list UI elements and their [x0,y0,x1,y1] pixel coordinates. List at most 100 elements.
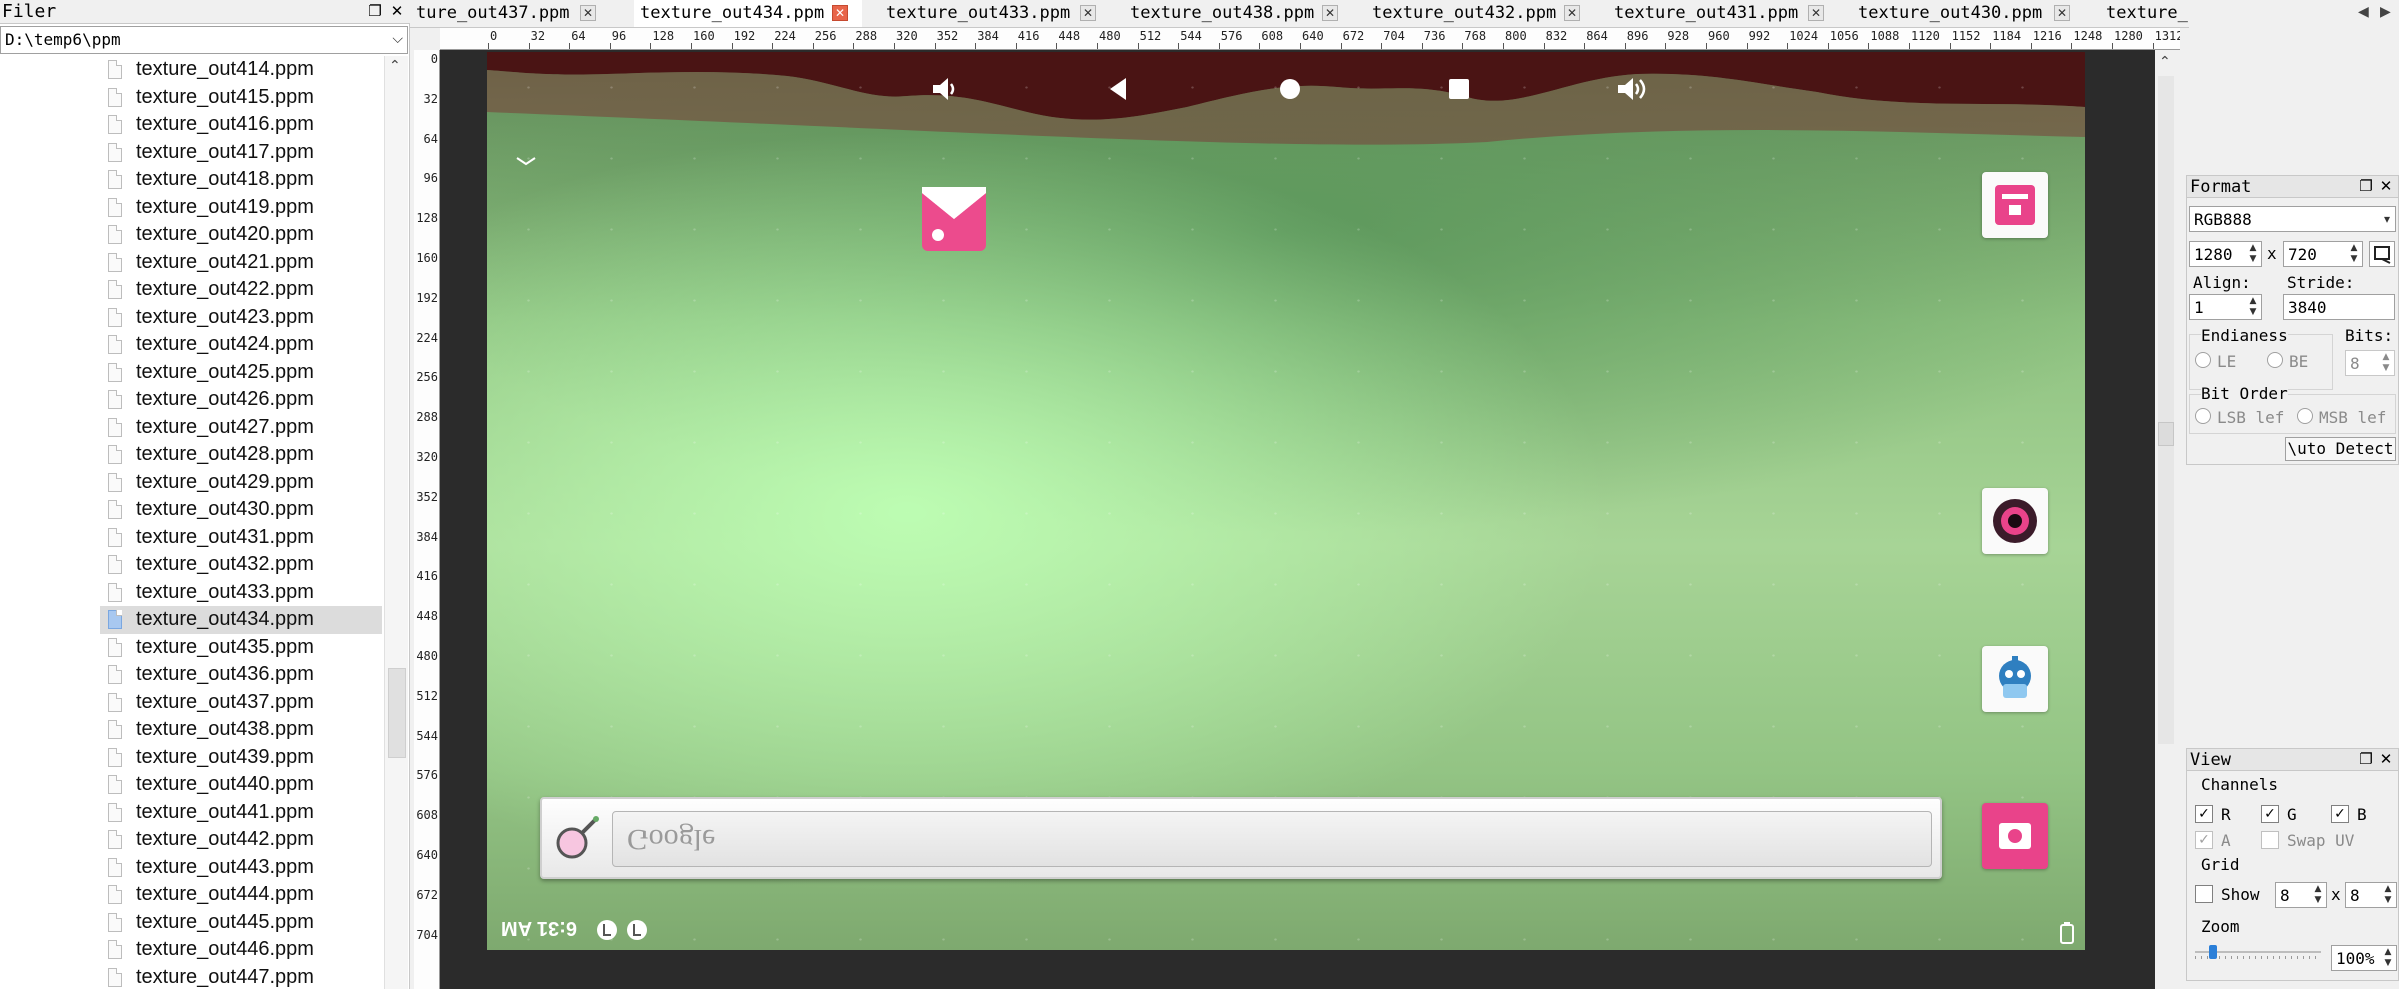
close-panel-icon[interactable]: ✕ [2377,177,2395,195]
file-list-item[interactable]: texture_out432.ppm [100,551,382,579]
canvas-vertical-scrollbar[interactable]: ⌃ [2155,52,2177,989]
path-combobox[interactable]: D:\temp6\ppm ⌵ [0,26,408,54]
file-list-item[interactable]: texture_out444.ppm [100,881,382,909]
chevron-down-icon[interactable]: ▾ [2380,208,2394,230]
spinner-arrows-icon[interactable]: ▲ ▼ [2381,884,2395,906]
scrollbar-thumb[interactable] [2158,422,2174,446]
zoom-slider-thumb[interactable] [2209,945,2217,959]
float-panel-icon[interactable]: ❐ [2357,177,2375,195]
file-list-item[interactable]: texture_out419.ppm [100,194,382,222]
file-list-item[interactable]: texture_out446.ppm [100,936,382,964]
file-list-item[interactable]: texture_out438.ppm [100,716,382,744]
file-list-item[interactable]: texture_out421.ppm [100,249,382,277]
width-spinbox[interactable]: 1280 ▲ ▼ [2189,241,2262,267]
file-list-item[interactable]: texture_out429.ppm [100,469,382,497]
le-radio[interactable] [2195,352,2211,368]
tab-texture_out438-ppm[interactable]: texture_out438.ppm ✕ [1124,0,1352,27]
file-list-item[interactable]: texture_out436.ppm [100,661,382,689]
chevron-down-icon[interactable]: ⌵ [392,31,403,47]
float-panel-icon[interactable]: ❐ [366,2,384,20]
msb-radio[interactable] [2297,408,2313,424]
file-list-item[interactable]: texture_out414.ppm [100,56,382,84]
file-list-item[interactable]: texture_out443.ppm [100,854,382,882]
tab-texture_out430-ppm[interactable]: texture_out430.ppm ✕ [1852,0,2084,27]
grid-width-spinbox[interactable]: 8 ▲ ▼ [2275,882,2327,908]
close-panel-icon[interactable]: ✕ [2377,750,2395,768]
channel-g-checkbox[interactable]: ✓ [2261,805,2279,823]
stride-field[interactable]: 3840 [2283,294,2395,320]
lsb-radio[interactable] [2195,408,2211,424]
file-list-item[interactable]: texture_out420.ppm [100,221,382,249]
file-list-item[interactable]: texture_out426.ppm [100,386,382,414]
file-list-item[interactable]: texture_out424.ppm [100,331,382,359]
tab-texture_out431-ppm[interactable]: texture_out431.ppm ✕ [1608,0,1838,27]
channel-r-checkbox[interactable]: ✓ [2195,805,2213,823]
scrollbar-track[interactable] [2158,76,2174,744]
spinner-arrows-icon[interactable]: ▲ ▼ [2381,947,2395,969]
file-list-item[interactable]: texture_out447.ppm [100,964,382,989]
file-name: texture_out419.ppm [136,195,314,218]
tab-close-icon[interactable]: ✕ [832,5,848,21]
file-list-item[interactable]: texture_out422.ppm [100,276,382,304]
spinner-arrows-icon[interactable]: ▲ ▼ [2311,884,2325,906]
tab-close-icon[interactable]: ✕ [1564,5,1580,21]
file-list-item[interactable]: texture_out427.ppm [100,414,382,442]
file-list-item[interactable]: texture_out423.ppm [100,304,382,332]
tab-close-icon[interactable]: ✕ [580,5,596,21]
file-list-item[interactable]: texture_out437.ppm [100,689,382,717]
swap-uv-checkbox[interactable] [2261,831,2279,849]
file-list-item[interactable]: texture_out445.ppm [100,909,382,937]
file-list-item[interactable]: texture_out441.ppm [100,799,382,827]
file-list-item[interactable]: texture_out440.ppm [100,771,382,799]
file-list-item[interactable]: texture_out415.ppm [100,84,382,112]
file-list-scrollbar[interactable]: ⌃ [384,56,408,989]
align-spinbox[interactable]: 1 ▲ ▼ [2189,294,2262,320]
tab-scroll-right-icon[interactable]: ▶ [2380,4,2391,20]
spinner-arrows-icon[interactable]: ▲ ▼ [2246,296,2260,318]
lock-size-button[interactable] [2369,241,2395,267]
scrollbar-thumb[interactable] [388,668,406,758]
pixel-format-select[interactable]: RGB888 ▾ [2189,206,2396,232]
auto-detect-button[interactable]: \uto Detect [2285,437,2396,461]
height-spinbox[interactable]: 720 ▲ ▼ [2283,241,2363,267]
grid-height-spinbox[interactable]: 8 ▲ ▼ [2345,882,2397,908]
file-list-item[interactable]: texture_out430.ppm [100,496,382,524]
spinner-arrows-icon[interactable]: ▲ ▼ [2246,243,2260,265]
file-list-item[interactable]: texture_out417.ppm [100,139,382,167]
chevron-up-icon[interactable]: ⌃ [2159,54,2171,70]
grid-show-checkbox[interactable] [2195,885,2213,903]
file-list-item[interactable]: texture_out442.ppm [100,826,382,854]
tab-texture_out432-ppm[interactable]: texture_out432.ppm ✕ [1366,0,1594,27]
file-list-item[interactable]: texture_out431.ppm [100,524,382,552]
bits-spinbox[interactable]: 8 ▲ ▼ [2345,350,2395,376]
zoom-spinbox[interactable]: 100% ▲ ▼ [2331,945,2397,971]
channel-b-checkbox[interactable]: ✓ [2331,805,2349,823]
file-list-item[interactable]: texture_out425.ppm [100,359,382,387]
zoom-slider[interactable] [2195,945,2321,959]
spinner-arrows-icon[interactable]: ▲ ▼ [2379,352,2393,374]
tab-texture_out434-ppm[interactable]: texture_out434.ppm ✕ [634,0,862,27]
tab-close-icon[interactable]: ✕ [1808,5,1824,21]
ruler-tick [772,43,774,49]
ruler-tick-label: 1024 [1789,29,1819,43]
file-list-item[interactable]: texture_out433.ppm [100,579,382,607]
float-panel-icon[interactable]: ❐ [2357,750,2375,768]
file-list-item[interactable]: texture_out435.ppm [100,634,382,662]
chevron-up-icon[interactable]: ⌃ [389,58,401,74]
tab-close-icon[interactable]: ✕ [1322,5,1338,21]
tab-close-icon[interactable]: ✕ [2054,5,2070,21]
be-radio[interactable] [2267,352,2283,368]
file-list-item[interactable]: texture_out418.ppm [100,166,382,194]
file-list-item[interactable]: texture_out428.ppm [100,441,382,469]
file-list-item[interactable]: texture_out439.ppm [100,744,382,772]
channel-a-checkbox[interactable]: ✓ [2195,831,2213,849]
spinner-arrows-icon[interactable]: ▲ ▼ [2347,243,2361,265]
file-list-item[interactable]: texture_out434.ppm [100,606,382,634]
tab-ture_out437-ppm[interactable]: ture_out437.ppm ✕ [410,0,610,27]
file-list-item[interactable]: texture_out416.ppm [100,111,382,139]
tab-texture_out433-ppm[interactable]: texture_out433.ppm ✕ [880,0,1110,27]
close-panel-icon[interactable]: ✕ [388,2,406,20]
tab-close-icon[interactable]: ✕ [1080,5,1096,21]
tab-scroll-left-icon[interactable]: ◀ [2358,4,2369,20]
tab-texture_out429-ppm[interactable]: texture_out429.ppm✕ [2100,0,2189,27]
